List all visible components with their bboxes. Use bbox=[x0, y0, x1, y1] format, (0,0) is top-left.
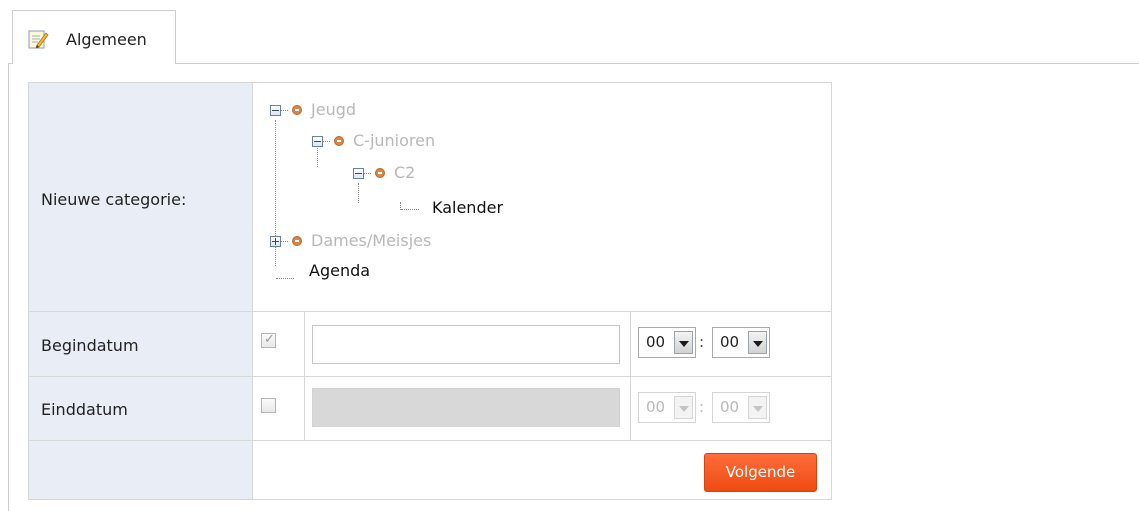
tree-connector bbox=[276, 278, 294, 279]
category-tree: Jeugd C-junioren C2 Kalender Dames/Meisj… bbox=[252, 82, 832, 311]
begindatum-checkbox[interactable]: ✓ bbox=[261, 332, 276, 348]
chevron-down-icon[interactable] bbox=[674, 396, 693, 419]
category-bullet-icon bbox=[334, 136, 344, 146]
time-separator: : bbox=[699, 398, 705, 416]
expand-dames-meisjes-icon[interactable] bbox=[270, 236, 281, 247]
tree-node-agenda[interactable]: Agenda bbox=[309, 261, 370, 280]
tree-connector bbox=[317, 145, 318, 167]
tree-connector bbox=[281, 241, 288, 242]
chevron-down-icon[interactable] bbox=[748, 331, 767, 354]
tree-connector bbox=[364, 173, 371, 174]
tree-connector bbox=[400, 202, 401, 210]
tree-node-c2: C2 bbox=[394, 163, 416, 182]
einddatum-checkbox-cell bbox=[252, 376, 305, 441]
category-bullet-icon bbox=[292, 105, 302, 115]
minute-value: 00 bbox=[720, 333, 740, 351]
tab-divider bbox=[175, 63, 1139, 64]
begindatum-hour-select[interactable]: 00 bbox=[638, 327, 696, 358]
hour-value: 00 bbox=[646, 333, 666, 351]
empty-label-cell bbox=[28, 440, 253, 500]
category-label-cell: Nieuwe categorie: bbox=[28, 82, 253, 312]
tree-node-kalender[interactable]: Kalender bbox=[432, 198, 503, 217]
time-separator: : bbox=[699, 333, 705, 351]
chevron-down-icon[interactable] bbox=[674, 331, 693, 354]
begindatum-label-cell: Begindatum bbox=[28, 311, 253, 377]
collapse-c2-icon[interactable] bbox=[353, 168, 364, 179]
next-button[interactable]: Volgende bbox=[704, 453, 817, 492]
begindatum-minute-select[interactable]: 00 bbox=[712, 327, 770, 358]
panel-border bbox=[8, 63, 9, 511]
tree-connector bbox=[401, 209, 419, 210]
einddatum-minute-select[interactable]: 00 bbox=[712, 392, 770, 423]
hour-value: 00 bbox=[646, 398, 666, 416]
einddatum-label-cell: Einddatum bbox=[28, 376, 253, 441]
category-bullet-icon bbox=[292, 236, 302, 246]
category-bullet-icon bbox=[375, 168, 385, 178]
tree-connector bbox=[358, 183, 359, 203]
begindatum-date-input[interactable] bbox=[312, 325, 620, 364]
einddatum-hour-select[interactable]: 00 bbox=[638, 392, 696, 423]
checkmark-icon: ✓ bbox=[264, 332, 275, 347]
einddatum-date-input[interactable] bbox=[312, 388, 620, 427]
tree-node-c-junioren: C-junioren bbox=[353, 131, 436, 150]
chevron-down-icon[interactable] bbox=[748, 396, 767, 419]
tree-node-dames-meisjes: Dames/Meisjes bbox=[311, 231, 432, 250]
tree-node-jeugd: Jeugd bbox=[311, 100, 357, 119]
category-form: Nieuwe categorie: Jeugd C-junioren C2 Ka… bbox=[28, 82, 832, 500]
collapse-c-junioren-icon[interactable] bbox=[312, 136, 323, 147]
begindatum-label: Begindatum bbox=[41, 336, 139, 355]
tree-connector bbox=[281, 110, 288, 111]
category-label: Nieuwe categorie: bbox=[41, 190, 187, 209]
tab-label: Algemeen bbox=[66, 30, 147, 49]
einddatum-label: Einddatum bbox=[41, 400, 128, 419]
edit-document-icon bbox=[27, 28, 49, 50]
tree-connector bbox=[323, 141, 330, 142]
einddatum-checkbox[interactable] bbox=[261, 398, 276, 413]
collapse-jeugd-icon[interactable] bbox=[270, 105, 281, 116]
begindatum-checkbox-cell bbox=[252, 311, 305, 377]
minute-value: 00 bbox=[720, 398, 740, 416]
tab-algemeen[interactable]: Algemeen bbox=[12, 10, 176, 64]
